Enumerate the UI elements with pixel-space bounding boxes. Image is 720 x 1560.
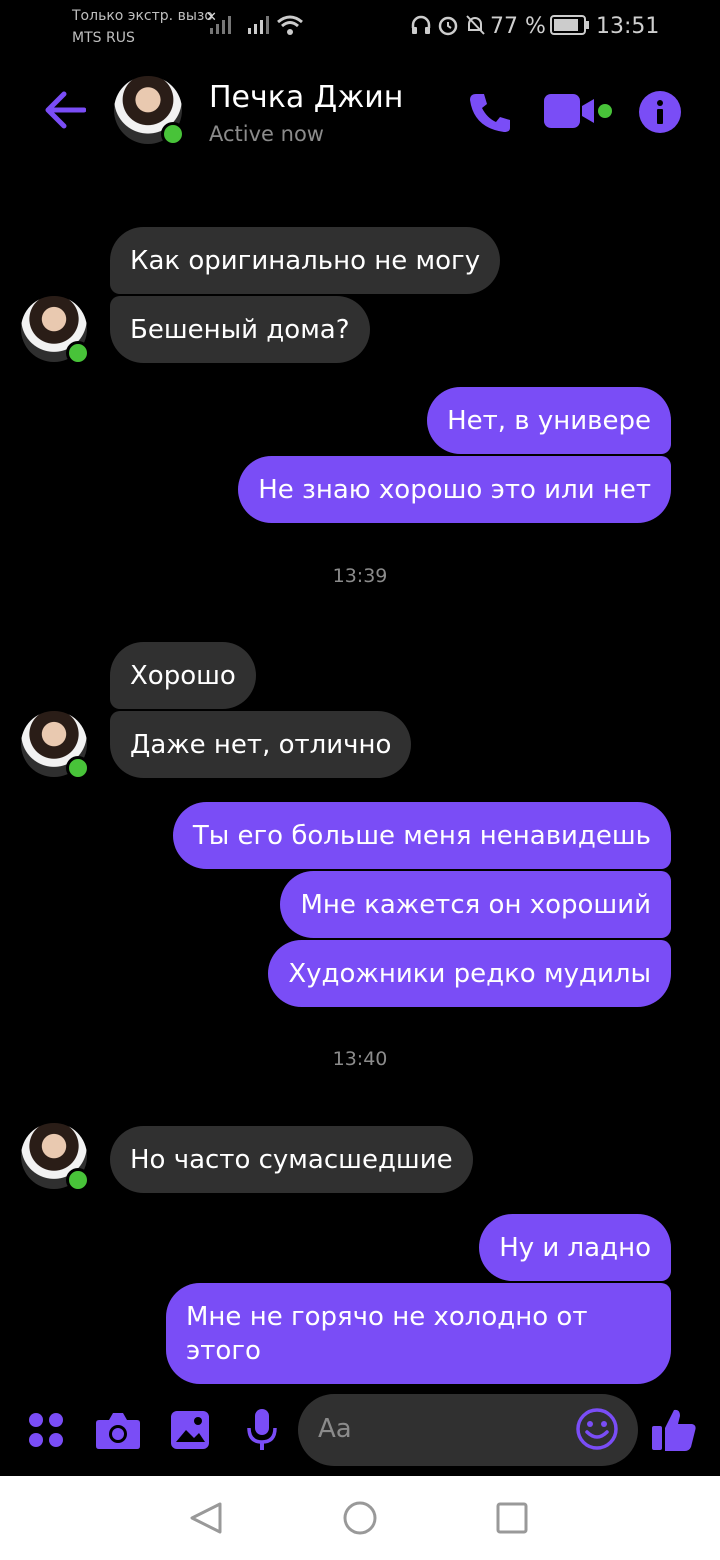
online-indicator — [161, 122, 185, 146]
emoji-icon[interactable] — [576, 1408, 618, 1450]
signal-icon — [210, 16, 231, 34]
headphones-icon — [411, 15, 431, 34]
outgoing-message[interactable]: Не знаю хорошо это или нет — [238, 456, 671, 523]
outgoing-message[interactable]: Мне кажется он хороший — [280, 871, 671, 938]
active-status: Active now — [209, 122, 324, 146]
online-indicator — [66, 1168, 90, 1192]
outgoing-message[interactable]: Художники редко мудилы — [268, 940, 671, 1007]
back-triangle-icon[interactable] — [188, 1500, 224, 1536]
carrier-line1: Только экстр. вызо — [72, 8, 213, 24]
message-input-placeholder: Aa — [318, 1414, 352, 1444]
system-nav-bar — [0, 1476, 720, 1560]
thumbs-up-icon[interactable] — [650, 1406, 698, 1454]
online-indicator — [66, 341, 90, 365]
alarm-icon — [438, 16, 458, 36]
battery-icon — [550, 15, 589, 35]
outgoing-message[interactable]: Нет, в универе — [427, 387, 671, 454]
message-input[interactable]: Aa — [298, 1394, 638, 1466]
microphone-icon[interactable] — [246, 1408, 278, 1452]
incoming-message[interactable]: Бешеный дома? — [110, 296, 370, 363]
info-icon[interactable] — [638, 90, 682, 134]
timestamp: 13:40 — [332, 1048, 388, 1070]
battery-percent: 77 % — [490, 14, 546, 39]
signal-icon — [248, 16, 269, 34]
wifi-icon — [277, 15, 303, 35]
outgoing-message[interactable]: Мне не горячо не холодно от этого — [166, 1283, 671, 1384]
phone-icon[interactable] — [466, 90, 512, 134]
incoming-message[interactable]: Даже нет, отлично — [110, 711, 412, 778]
timestamp — [0, 158, 720, 170]
timestamp: 13:39 — [332, 565, 388, 587]
video-camera-icon[interactable] — [544, 94, 596, 130]
recents-square-icon[interactable] — [496, 1502, 528, 1534]
back-arrow-icon[interactable] — [44, 90, 86, 130]
video-active-dot — [598, 104, 612, 118]
contact-name[interactable]: Печка Джин — [209, 80, 403, 115]
incoming-message[interactable]: Но часто сумасшедшие — [110, 1126, 473, 1193]
online-indicator — [66, 756, 90, 780]
gallery-icon[interactable] — [170, 1410, 210, 1450]
carrier-line2: MTS RUS — [72, 30, 135, 46]
status-bar: Только экстр. вызо MTS RUS ✕ 77 % 13:51 — [0, 0, 720, 56]
home-circle-icon[interactable] — [342, 1500, 378, 1536]
clock: 13:51 — [596, 14, 660, 39]
outgoing-message[interactable]: Ну и ладно — [479, 1214, 671, 1281]
incoming-message[interactable]: Хорошо — [110, 642, 256, 709]
message-composer: Aa — [0, 1392, 720, 1476]
incoming-message[interactable]: Как оригинально не могу — [110, 227, 501, 294]
camera-icon[interactable] — [95, 1410, 141, 1450]
apps-icon[interactable] — [28, 1412, 64, 1448]
mute-bell-icon — [466, 15, 485, 35]
outgoing-message[interactable]: Ты его больше меня ненавидешь — [172, 802, 671, 869]
conversation-header: Печка Джин Active now — [0, 56, 720, 168]
